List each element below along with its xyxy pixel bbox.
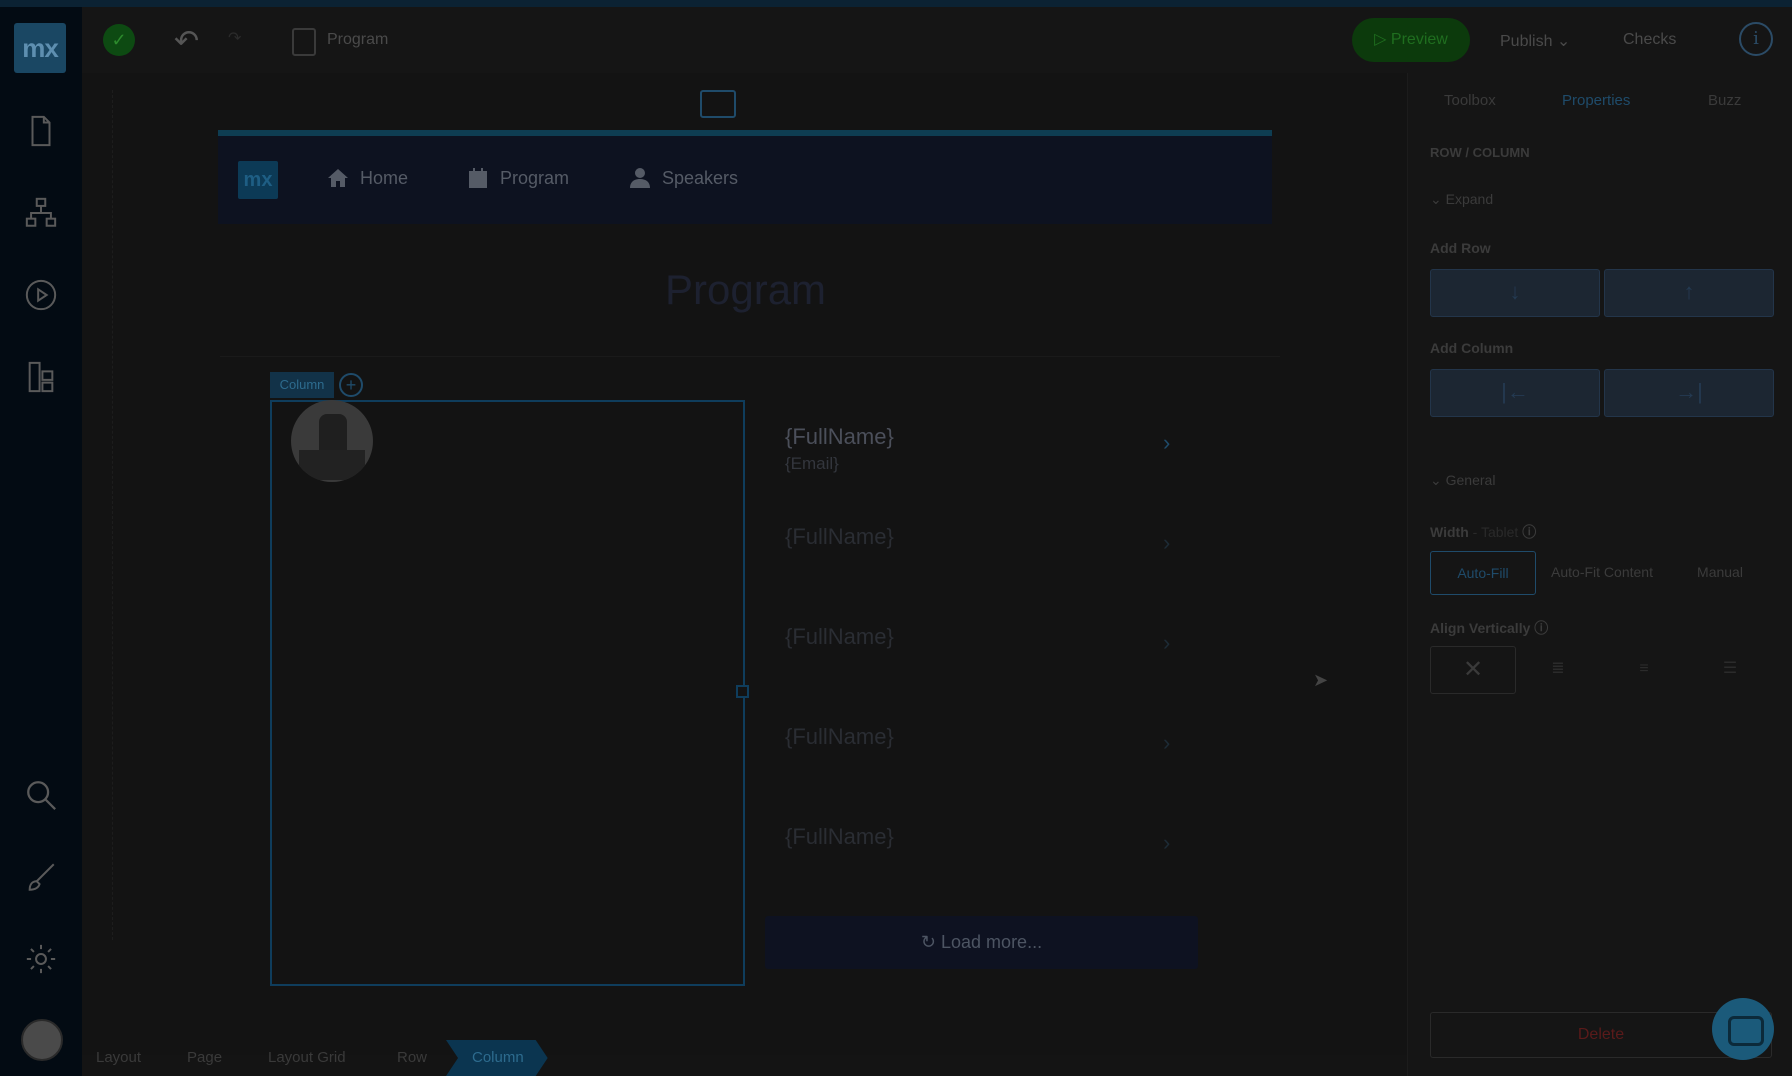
chevron-right-icon: › (1163, 630, 1171, 655)
search-icon[interactable] (21, 775, 61, 815)
preview-button[interactable]: ▷ Preview (1352, 18, 1470, 62)
add-row-below-button[interactable]: ↓ (1430, 269, 1600, 317)
nav-item-home[interactable]: Home (326, 166, 408, 190)
general-label: General (1445, 472, 1496, 488)
page-icon[interactable] (21, 111, 61, 151)
list-item[interactable]: {FullName} › (785, 824, 1185, 914)
checks-button[interactable]: Checks (1623, 31, 1676, 49)
app-navigation-bar[interactable]: mx Home Program Speakers (218, 130, 1272, 224)
divider (220, 356, 1280, 357)
align-top-icon[interactable]: ≣ (1516, 646, 1600, 692)
add-column-icon[interactable]: + (339, 373, 363, 397)
breadcrumb-item[interactable]: Layout (96, 1049, 141, 1066)
align-bottom-icon[interactable]: ☰ (1688, 646, 1772, 692)
user-avatar[interactable] (21, 1019, 63, 1061)
width-option-auto-fit-content[interactable]: Auto-Fit Content (1540, 551, 1664, 593)
expand-toggle[interactable]: ⌄ Expand (1430, 191, 1493, 208)
breadcrumb-item[interactable]: Page (187, 1049, 222, 1066)
publish-label: Publish (1500, 33, 1553, 50)
gear-icon[interactable] (21, 939, 61, 979)
align-vertically-label: Align Vertically ⓘ (1430, 620, 1549, 636)
nav-item-program[interactable]: Program (466, 166, 569, 190)
speaker-image[interactable] (291, 400, 373, 482)
column-selection-tag[interactable]: Column (270, 372, 334, 398)
breadcrumb-item[interactable]: Layout Grid (268, 1049, 346, 1066)
chat-icon[interactable] (1712, 998, 1774, 1060)
device-toggle-icon[interactable] (700, 90, 736, 118)
chevron-right-icon: › (1163, 730, 1171, 755)
layout-guide (112, 90, 113, 940)
document-icon (292, 28, 316, 56)
breadcrumb: Layout Page Layout Grid Row Column (82, 1040, 1407, 1076)
nav-item-label: Speakers (662, 167, 739, 188)
selected-column[interactable] (270, 400, 745, 986)
chevron-right-icon: › (1163, 830, 1171, 855)
width-label-text: Width (1430, 524, 1469, 540)
mendix-logo: mx (14, 23, 66, 73)
studio-sidebar: mx (0, 7, 82, 1076)
align-vertically-text: Align Vertically (1430, 620, 1531, 636)
tab-properties[interactable]: Properties (1562, 92, 1630, 109)
list-item-name: {FullName} (785, 524, 894, 549)
list-item-name: {FullName} (785, 424, 894, 449)
list-item-name: {FullName} (785, 824, 894, 849)
home-icon (328, 169, 348, 187)
list-item[interactable]: {FullName} › (785, 524, 1185, 614)
list-item[interactable]: {FullName} {Email} › (785, 424, 1185, 514)
document-title[interactable]: Program (327, 31, 388, 49)
nav-item-label: Home (360, 167, 409, 188)
breadcrumb-item[interactable]: Row (397, 1049, 427, 1066)
list-item-email: {Email} (785, 454, 839, 473)
add-column-label: Add Column (1430, 340, 1514, 356)
list-item[interactable]: {FullName} › (785, 724, 1185, 814)
mouse-cursor-icon: ➤ (1313, 670, 1329, 690)
navigation-icon[interactable] (21, 357, 61, 397)
page-title[interactable]: Program (665, 266, 826, 314)
load-more-button[interactable]: ↻ Load more... (765, 916, 1198, 969)
preview-label: Preview (1390, 31, 1448, 48)
window-top-stripe (0, 0, 1792, 7)
add-row-above-button[interactable]: ↑ (1604, 269, 1774, 317)
list-item-name: {FullName} (785, 724, 894, 749)
check-status-icon[interactable]: ✓ (103, 24, 135, 56)
width-label: Width - Tablet ⓘ (1430, 524, 1537, 540)
list-item-name: {FullName} (785, 624, 894, 649)
nav-item-label: Program (500, 167, 570, 188)
expand-label: Expand (1445, 191, 1494, 207)
info-icon[interactable]: i (1739, 22, 1773, 56)
tab-toolbox[interactable]: Toolbox (1444, 92, 1496, 109)
chevron-right-icon: › (1163, 430, 1171, 455)
calendar-icon (469, 168, 487, 188)
section-title: ROW / COLUMN (1430, 145, 1530, 160)
app-logo: mx (238, 161, 278, 199)
width-sublabel: - Tablet (1472, 524, 1519, 540)
user-icon (630, 168, 650, 188)
play-icon[interactable] (21, 275, 61, 315)
brush-icon[interactable] (21, 857, 61, 897)
general-toggle[interactable]: ⌄ General (1430, 472, 1495, 489)
width-option-auto-fill[interactable]: Auto-Fill (1430, 551, 1536, 595)
breadcrumb-item-active[interactable]: Column (446, 1040, 548, 1076)
nav-item-speakers[interactable]: Speakers (628, 166, 738, 190)
undo-icon[interactable]: ↶ (174, 24, 199, 59)
add-column-right-button[interactable]: →| (1604, 369, 1774, 417)
redo-icon[interactable]: ↷ (228, 28, 241, 48)
width-option-manual[interactable]: Manual (1670, 551, 1770, 593)
align-center-icon[interactable]: ≡ (1602, 646, 1686, 692)
chevron-right-icon: › (1163, 530, 1171, 555)
add-column-left-button[interactable]: |← (1430, 369, 1600, 417)
domain-model-icon[interactable] (21, 193, 61, 233)
resize-handle[interactable] (736, 685, 749, 698)
list-item[interactable]: {FullName} › (785, 624, 1185, 714)
load-more-label: Load more... (941, 932, 1043, 952)
add-row-label: Add Row (1430, 240, 1491, 256)
publish-button[interactable]: Publish ⌄ (1500, 31, 1570, 51)
align-none-icon[interactable]: ✕ (1430, 646, 1516, 694)
tab-buzz[interactable]: Buzz (1708, 92, 1741, 109)
